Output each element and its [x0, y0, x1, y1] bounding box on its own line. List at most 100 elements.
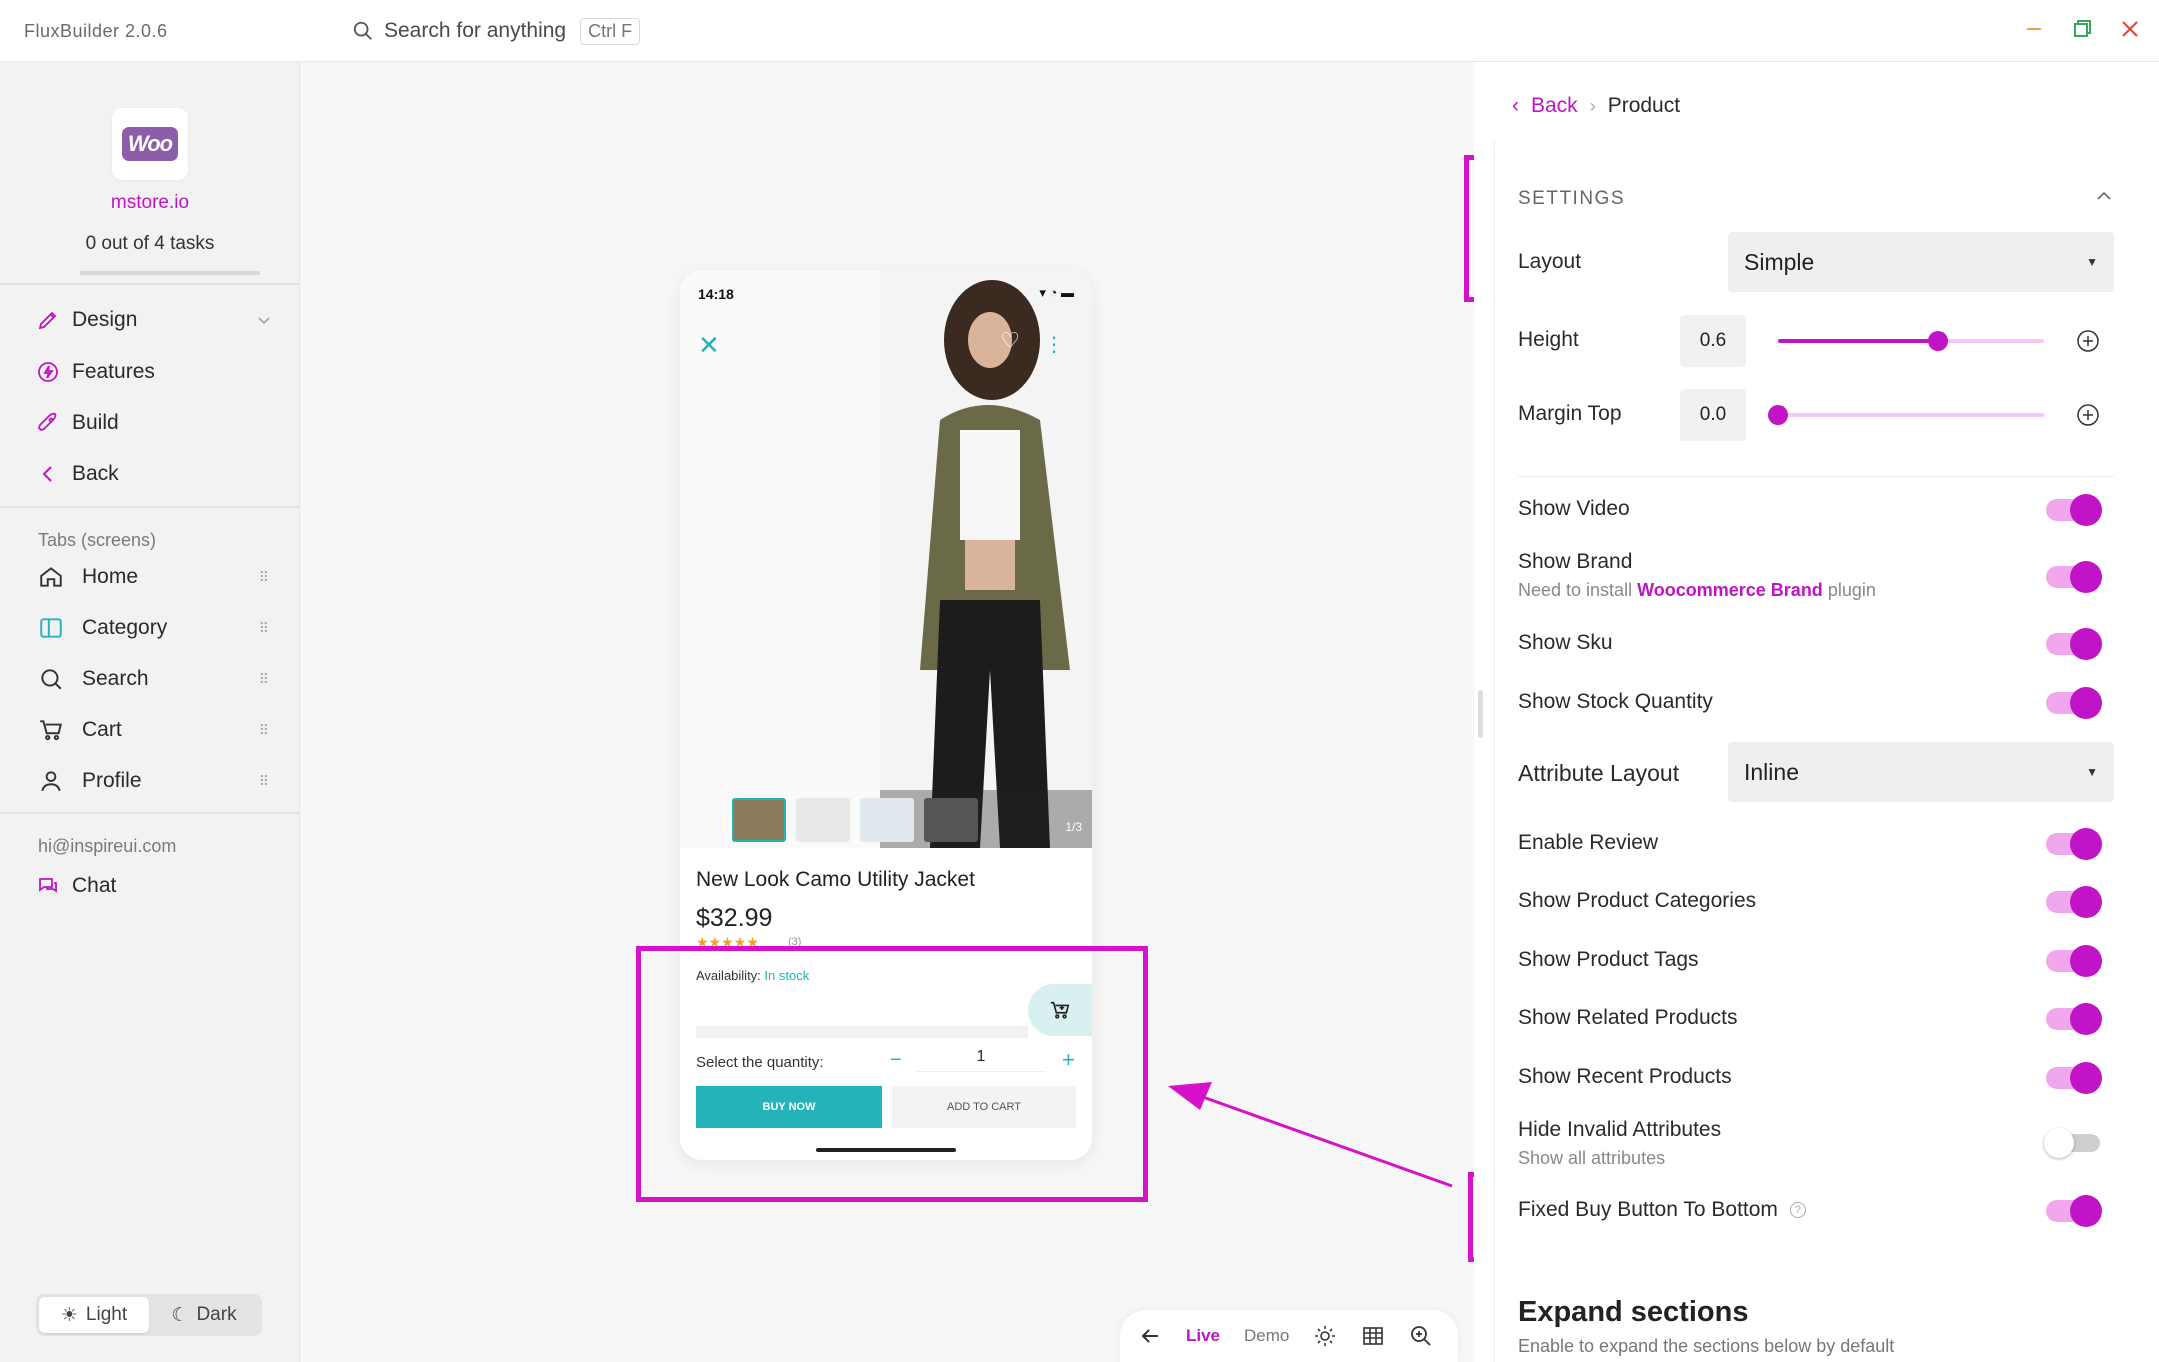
margin-top-input[interactable]: 0.0: [1680, 389, 1746, 441]
search-placeholder: Search for anything: [384, 19, 567, 42]
drag-handle-icon[interactable]: ⠿: [259, 722, 269, 739]
hide-invalid-attributes-toggle[interactable]: [2044, 1128, 2100, 1158]
tab-search-label: Search: [82, 667, 149, 690]
panel-resize-handle[interactable]: [1478, 690, 1483, 738]
theme-dark-option[interactable]: ☾ Dark: [149, 1297, 259, 1333]
fixed-buy-button-toggle[interactable]: [2046, 1195, 2102, 1227]
show-related-products-toggle[interactable]: [2046, 1003, 2102, 1035]
tabs-section-label: Tabs (screens): [38, 530, 157, 550]
breadcrumb-separator-icon: ›: [1589, 95, 1596, 116]
theme-toggle[interactable]: ☀ Light ☾ Dark: [36, 1294, 262, 1336]
sun-icon: ☀: [60, 1304, 78, 1326]
tab-home[interactable]: Home ⠿: [38, 564, 269, 590]
breadcrumb-back[interactable]: Back: [1531, 94, 1578, 118]
nav-build-label: Build: [72, 411, 119, 434]
breadcrumb-current: Product: [1607, 94, 1681, 117]
attribute-layout-select[interactable]: Inline ▼: [1728, 742, 2114, 802]
rocket-icon: [37, 412, 57, 432]
nav-chat[interactable]: Chat: [36, 874, 116, 898]
section-divider: [1518, 476, 2114, 477]
drag-handle-icon[interactable]: ⠿: [259, 620, 269, 637]
nav-build[interactable]: Build: [36, 411, 119, 435]
enable-review-label: Enable Review: [1518, 831, 1659, 854]
store-name[interactable]: mstore.io: [0, 192, 300, 214]
brightness-icon[interactable]: [1313, 1324, 1337, 1348]
chevron-down-icon: [258, 317, 270, 325]
more-vert-icon[interactable]: ⋮: [1044, 332, 1064, 357]
show-brand-toggle[interactable]: [2046, 561, 2102, 593]
maximize-button[interactable]: [2068, 14, 2096, 44]
chevron-left-icon: [42, 466, 52, 482]
arrow-left-icon[interactable]: [1138, 1324, 1162, 1348]
zoom-in-icon[interactable]: [1409, 1324, 1433, 1348]
nav-back[interactable]: Back: [36, 462, 119, 486]
thumbnail[interactable]: [860, 798, 914, 842]
add-circle-icon[interactable]: [2076, 329, 2100, 353]
thumbnail[interactable]: [732, 798, 786, 842]
highlight-box-preview: [636, 946, 1148, 1202]
show-sku-toggle[interactable]: [2046, 628, 2102, 660]
drag-handle-icon[interactable]: ⠿: [259, 569, 269, 586]
sidebar-divider: [0, 283, 300, 285]
close-window-button[interactable]: [2116, 14, 2144, 44]
settings-section-header[interactable]: SETTINGS: [1518, 188, 1625, 210]
tab-category[interactable]: Category ⠿: [38, 615, 269, 641]
height-input[interactable]: 0.6: [1680, 315, 1746, 367]
heart-icon[interactable]: ♡: [1000, 328, 1020, 354]
home-icon: [40, 567, 62, 587]
show-video-toggle[interactable]: [2046, 494, 2102, 526]
drag-handle-icon[interactable]: ⠿: [259, 671, 269, 688]
tab-search[interactable]: Search ⠿: [38, 666, 269, 692]
enable-review-toggle[interactable]: [2046, 828, 2102, 860]
close-icon[interactable]: ✕: [698, 330, 720, 361]
breadcrumb-back-chevron-icon[interactable]: ‹: [1512, 94, 1519, 118]
nav-back-label: Back: [72, 462, 119, 485]
drag-handle-icon[interactable]: ⠿: [259, 773, 269, 790]
live-mode-button[interactable]: Live: [1186, 1326, 1220, 1346]
show-recent-products-toggle[interactable]: [2046, 1062, 2102, 1094]
brand-plugin-link[interactable]: Woocommerce Brand: [1637, 580, 1823, 600]
fixed-buy-button-row: Fixed Buy Button To Bottom ?: [1518, 1198, 1806, 1222]
theme-light-option[interactable]: ☀ Light: [39, 1297, 149, 1333]
thumbnail[interactable]: [796, 798, 850, 842]
show-stock-quantity-toggle[interactable]: [2046, 687, 2102, 719]
global-search[interactable]: Search for anything Ctrl F: [352, 14, 641, 48]
tasks-progress-text: 0 out of 4 tasks: [85, 233, 215, 254]
attribute-layout-value: Inline: [1744, 758, 1799, 785]
hide-invalid-attributes-sub: Show all attributes: [1518, 1148, 1666, 1168]
thumbnail[interactable]: [924, 798, 978, 842]
chevron-up-icon[interactable]: [2094, 186, 2114, 206]
panel-border: [1494, 140, 1495, 1362]
layout-select[interactable]: Simple ▼: [1728, 232, 2114, 292]
product-image-area: [680, 270, 1092, 848]
margin-top-slider-knob[interactable]: [1768, 405, 1788, 425]
margin-top-slider[interactable]: [1768, 405, 2044, 425]
expand-sections-subtitle: Enable to expand the sections below by d…: [1518, 1336, 1895, 1356]
tab-profile[interactable]: Profile ⠿: [38, 768, 269, 794]
profile-icon: [41, 771, 61, 792]
title-bar: FluxBuilder 2.0.6 Search for anything Ct…: [0, 0, 2159, 62]
help-icon[interactable]: ?: [1789, 1202, 1806, 1219]
add-circle-icon[interactable]: [2076, 403, 2100, 427]
height-slider[interactable]: [1778, 331, 2044, 351]
tab-profile-label: Profile: [82, 769, 142, 792]
show-product-tags-toggle[interactable]: [2046, 945, 2102, 977]
height-slider-knob[interactable]: [1927, 331, 1948, 351]
demo-mode-button[interactable]: Demo: [1244, 1326, 1289, 1346]
nav-design[interactable]: Design: [36, 308, 272, 332]
sidebar-divider: [0, 812, 300, 814]
brand-note-prefix: Need to install: [1518, 580, 1633, 600]
support-email[interactable]: hi@inspireui.com: [38, 836, 176, 857]
show-product-categories-toggle[interactable]: [2046, 886, 2102, 918]
sidebar-divider: [0, 506, 300, 508]
hide-invalid-attributes-label: Hide Invalid Attributes: [1518, 1118, 1722, 1141]
grid-icon[interactable]: [1361, 1324, 1385, 1348]
height-label: Height: [1518, 328, 1579, 351]
tab-cart[interactable]: Cart ⠿: [38, 717, 269, 743]
woo-logo-text: Woo: [121, 127, 179, 161]
arrow-annotation: [1168, 1082, 1453, 1188]
nav-design-label: Design: [72, 308, 138, 331]
status-icons: ▾ ◔ ▬: [1039, 285, 1074, 300]
nav-features[interactable]: Features: [36, 360, 155, 384]
minimize-button[interactable]: [2020, 14, 2048, 44]
